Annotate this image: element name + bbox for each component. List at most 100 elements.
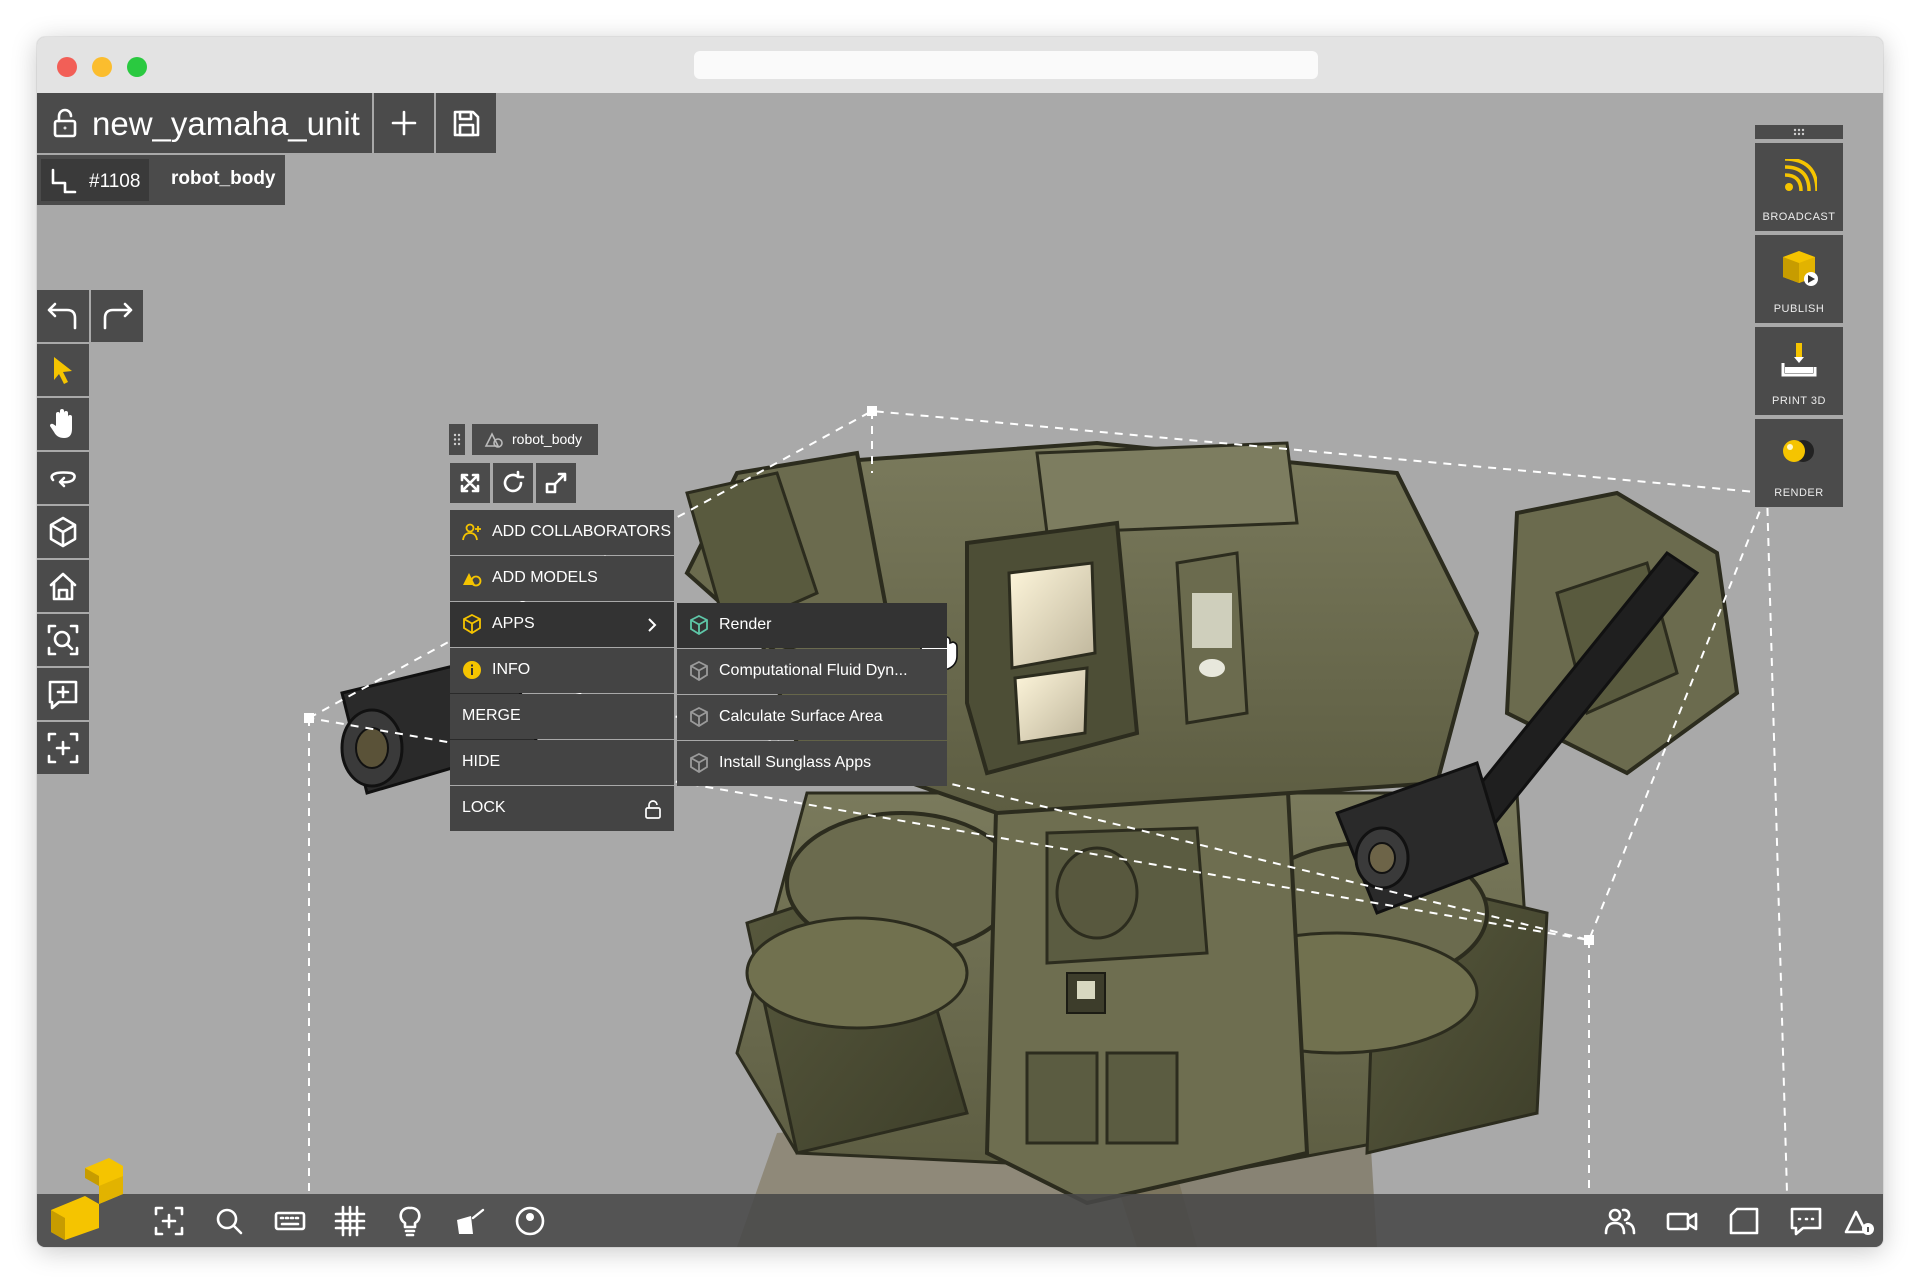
print-3d-button[interactable]: PRINT 3D — [1755, 327, 1843, 415]
environment-icon[interactable] — [513, 1204, 547, 1238]
views-tool[interactable] — [37, 506, 89, 558]
submenu-surface-area[interactable]: Calculate Surface Area — [677, 695, 947, 740]
add-section-icon[interactable] — [152, 1204, 186, 1238]
menu-lock[interactable]: LOCK — [450, 786, 674, 831]
broadcast-icon — [1784, 159, 1817, 192]
undo-button[interactable] — [37, 290, 89, 342]
object-menu-handle[interactable] — [449, 424, 465, 455]
submenu-install-apps[interactable]: Install Sunglass Apps — [677, 741, 947, 786]
broadcast-label: BROADCAST — [1762, 211, 1836, 223]
lightbulb-icon[interactable] — [393, 1204, 427, 1238]
project-title[interactable]: new_yamaha_unit — [92, 105, 360, 143]
submenu-install-apps-label: Install Sunglass Apps — [719, 754, 872, 771]
browser-window: new_yamaha_unit #1108 robot_body BROADCA… — [37, 37, 1883, 1247]
video-icon[interactable] — [1665, 1204, 1699, 1238]
menu-apps-label: APPS — [492, 615, 535, 632]
shapes-icon — [484, 432, 503, 448]
app-cube-icon — [690, 615, 708, 635]
breadcrumb: #1108 robot_body — [37, 155, 285, 205]
add-section-tool[interactable] — [37, 722, 89, 774]
orbit-icon — [50, 471, 76, 488]
menu-add-collaborators-label: ADD COLLABORATORS — [492, 523, 672, 540]
drag-handle-icon — [453, 433, 461, 446]
unlock-icon — [645, 800, 661, 819]
keyboard-icon[interactable] — [273, 1204, 307, 1238]
menu-info[interactable]: INFO — [450, 648, 674, 693]
submenu-render[interactable]: Render — [677, 603, 947, 648]
app-cube-icon — [690, 661, 708, 681]
publish-icon — [1783, 251, 1818, 286]
expand-arrows-icon — [460, 473, 480, 493]
refresh-icon — [503, 470, 525, 493]
add-button[interactable] — [374, 93, 434, 153]
right-panel-handle[interactable] — [1755, 125, 1843, 139]
object-name: robot_body — [512, 431, 583, 447]
tag-icon[interactable] — [1727, 1204, 1761, 1238]
add-user-icon — [462, 523, 481, 541]
menu-hide-label: HIDE — [462, 753, 501, 770]
home-view-tool[interactable] — [37, 560, 89, 612]
unlock-icon[interactable] — [51, 107, 79, 139]
submenu-cfd-label: Computational Fluid Dyn... — [719, 662, 908, 679]
print-3d-icon — [1781, 343, 1817, 377]
select-tool[interactable] — [37, 344, 89, 396]
render-label: RENDER — [1774, 487, 1824, 499]
search-icon[interactable] — [212, 1204, 246, 1238]
submenu-render-label: Render — [719, 616, 772, 633]
publish-label: PUBLISH — [1773, 303, 1825, 315]
material-icon[interactable] — [453, 1204, 487, 1238]
save-button[interactable] — [436, 93, 496, 153]
fit-object-button[interactable] — [450, 463, 490, 503]
3d-viewport[interactable]: new_yamaha_unit #1108 robot_body BROADCA… — [37, 93, 1883, 1247]
users-icon[interactable] — [1603, 1204, 1637, 1238]
context-menu: ADD COLLABORATORS ADD MODELS APPS INFO M… — [450, 510, 674, 832]
cube-icon — [463, 614, 481, 634]
comment-icon[interactable] — [1789, 1204, 1823, 1238]
menu-hide[interactable]: HIDE — [450, 740, 674, 785]
save-icon — [453, 110, 480, 137]
drag-handle-icon — [1793, 128, 1805, 136]
redo-button[interactable] — [91, 290, 143, 342]
object-name-tag[interactable]: robot_body — [472, 424, 598, 455]
robot-model[interactable] — [37, 93, 1883, 1247]
scale-object-button[interactable] — [536, 463, 576, 503]
submenu-surface-area-label: Calculate Surface Area — [719, 708, 883, 725]
publish-button[interactable]: PUBLISH — [1755, 235, 1843, 323]
maximize-window-button[interactable] — [127, 57, 147, 77]
menu-apps[interactable]: APPS — [450, 602, 674, 647]
comment-add-icon — [48, 680, 78, 710]
menu-merge[interactable]: MERGE — [450, 694, 674, 739]
menu-add-models-label: ADD MODELS — [492, 569, 598, 586]
rotate-object-button[interactable] — [493, 463, 533, 503]
breadcrumb-id-box[interactable]: #1108 — [41, 159, 149, 201]
models-info-icon[interactable] — [1843, 1204, 1877, 1238]
plus-icon — [391, 110, 417, 136]
minimize-window-button[interactable] — [92, 57, 112, 77]
project-title-bar: new_yamaha_unit — [37, 93, 372, 153]
sunglass-logo-icon[interactable] — [51, 1158, 125, 1240]
shapes-icon — [463, 573, 482, 587]
menu-lock-label: LOCK — [462, 799, 506, 816]
zoom-frame-icon — [47, 624, 79, 656]
cube-icon — [49, 516, 77, 548]
print-3d-label: PRINT 3D — [1772, 395, 1826, 407]
zoom-fit-tool[interactable] — [37, 614, 89, 666]
broadcast-button[interactable]: BROADCAST — [1755, 143, 1843, 231]
breadcrumb-id: #1108 — [89, 171, 141, 192]
menu-add-collaborators[interactable]: ADD COLLABORATORS — [450, 510, 674, 555]
menu-add-models[interactable]: ADD MODELS — [450, 556, 674, 601]
apps-submenu: Render Computational Fluid Dyn... Calcul… — [677, 603, 947, 787]
breadcrumb-object-name[interactable]: robot_body — [171, 168, 276, 190]
address-bar[interactable] — [694, 51, 1318, 79]
grid-icon[interactable] — [333, 1204, 367, 1238]
redo-icon — [103, 302, 133, 330]
render-button[interactable]: RENDER — [1755, 419, 1843, 507]
undo-icon — [47, 302, 77, 330]
close-window-button[interactable] — [57, 57, 77, 77]
pan-tool[interactable] — [37, 398, 89, 450]
render-icon — [1783, 440, 1814, 462]
add-annotation-tool[interactable] — [37, 668, 89, 720]
orbit-tool[interactable] — [37, 452, 89, 504]
app-cube-icon — [690, 753, 708, 773]
submenu-cfd[interactable]: Computational Fluid Dyn... — [677, 649, 947, 694]
